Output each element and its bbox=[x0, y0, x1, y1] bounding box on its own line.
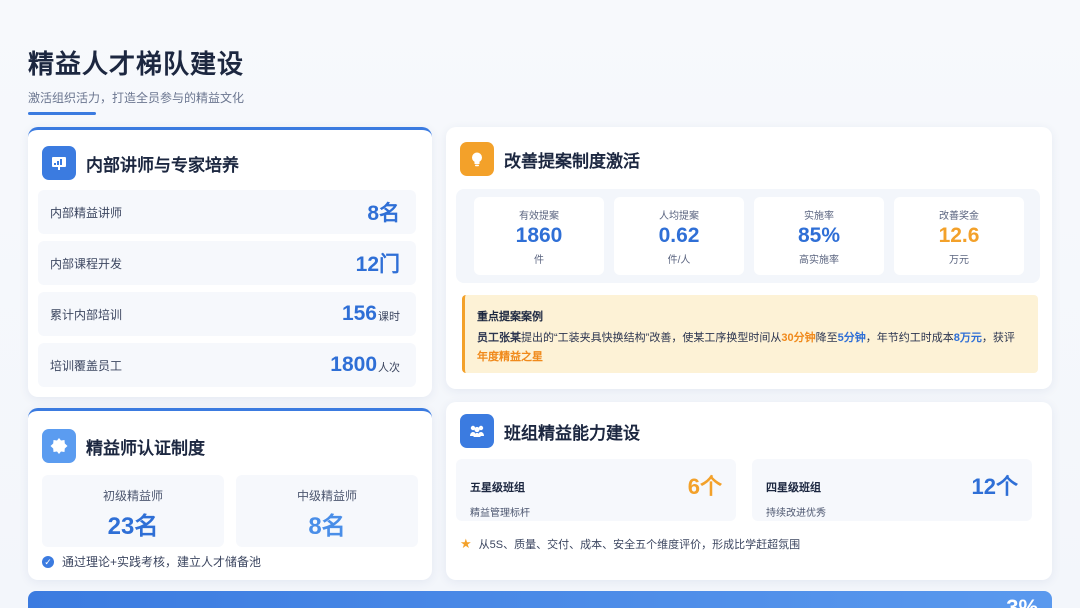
stat-row-coverage: 培训覆盖员工 1800 人次 bbox=[38, 343, 416, 387]
bottom-banner-value: 3% bbox=[1006, 595, 1038, 608]
metric-per-capita: 人均提案 0.62 件/人 bbox=[614, 197, 744, 275]
team-count: 12个 bbox=[971, 474, 1018, 499]
metric-label: 人均提案 bbox=[659, 211, 699, 222]
certification-card: 精益师认证制度 初级精益师 23名 中级精益师 8名 ✓ 通过理论+实践考核，建… bbox=[28, 408, 432, 580]
case-title: 重点提案案例 bbox=[477, 311, 543, 323]
team-name: 四星级班组 bbox=[766, 482, 821, 494]
stat-row-training-hours: 累计内部培训 156 课时 bbox=[38, 292, 416, 336]
case-before-value: 30分钟 bbox=[781, 332, 816, 344]
bottom-banner: 3% bbox=[28, 591, 1052, 608]
case-text-part: ，获评 bbox=[981, 332, 1015, 344]
case-after-value: 5分钟 bbox=[837, 332, 866, 344]
team-box-five-star: 五星级班组 精益管理标杆 6个 bbox=[456, 459, 736, 521]
page-subtitle: 激活组织活力，打造全员参与的精益文化 bbox=[28, 91, 245, 105]
stat-label: 培训覆盖员工 bbox=[50, 358, 123, 373]
page-title: 精益人才梯队建设 bbox=[28, 49, 245, 79]
team-group-icon bbox=[460, 414, 494, 448]
metric-unit: 件 bbox=[534, 255, 544, 266]
level-label: 初级精益师 bbox=[102, 489, 163, 503]
metric-value: 0.62 bbox=[658, 224, 700, 247]
trainers-card: 内部讲师与专家培养 内部精益讲师 8名 内部课程开发 12门 累计内部培训 15… bbox=[28, 127, 432, 397]
presentation-board-icon bbox=[42, 146, 76, 180]
level-label: 中级精益师 bbox=[296, 489, 357, 503]
certification-card-header: 精益师认证制度 bbox=[42, 429, 205, 463]
stat-row-trainers: 内部精益讲师 8名 bbox=[38, 190, 416, 234]
team-note: ★ 从5S、质量、交付、成本、安全五个维度评价，形成比学赶超氛围 bbox=[460, 536, 800, 552]
stat-value: 156 bbox=[341, 302, 377, 325]
level-box-intermediate: 中级精益师 8名 bbox=[236, 475, 418, 547]
level-value: 8名 bbox=[308, 513, 346, 540]
metric-unit: 高实施率 bbox=[799, 255, 839, 266]
certification-note: ✓ 通过理论+实践考核，建立人才储备池 bbox=[42, 553, 261, 570]
badge-seal-icon bbox=[42, 429, 76, 463]
team-card-title: 班组精益能力建设 bbox=[504, 423, 640, 443]
stat-value: 1800 bbox=[330, 353, 377, 376]
metric-implementation-rate: 实施率 85% 高实施率 bbox=[754, 197, 884, 275]
case-saving-value: 8万元 bbox=[953, 332, 982, 344]
team-desc: 持续改进优秀 bbox=[766, 508, 826, 519]
star-icon: ★ bbox=[460, 536, 472, 551]
level-box-junior: 初级精益师 23名 bbox=[42, 475, 224, 547]
stat-unit: 人次 bbox=[378, 362, 400, 374]
team-card: 班组精益能力建设 五星级班组 精益管理标杆 6个 四星级班组 持续改进优秀 12… bbox=[446, 402, 1052, 580]
stat-label: 内部精益讲师 bbox=[50, 205, 123, 220]
team-count: 6个 bbox=[687, 474, 722, 499]
metric-valid-proposals: 有效提案 1860 件 bbox=[474, 197, 604, 275]
metric-label: 改善奖金 bbox=[939, 211, 979, 222]
metric-value: 1860 bbox=[515, 224, 563, 247]
case-text: 员工张某提出的“工装夹具快换结构”改善，使某工序换型时间从30分钟降至5分钟，年… bbox=[477, 329, 1026, 367]
metric-unit: 万元 bbox=[949, 255, 969, 266]
case-text-part: 提出的“工装夹具快换结构”改善，使某工序换型时间从 bbox=[521, 332, 782, 344]
team-desc: 精益管理标杆 bbox=[470, 508, 530, 519]
trainers-card-header: 内部讲师与专家培养 bbox=[42, 146, 239, 180]
team-card-header: 班组精益能力建设 bbox=[460, 414, 640, 448]
case-box: 重点提案案例 员工张某提出的“工装夹具快换结构”改善，使某工序换型时间从30分钟… bbox=[462, 295, 1038, 373]
trainers-card-title: 内部讲师与专家培养 bbox=[86, 155, 239, 175]
stat-unit: 课时 bbox=[378, 311, 400, 323]
proposal-card-title: 改善提案制度激活 bbox=[504, 151, 640, 171]
stat-value: 12门 bbox=[355, 253, 400, 276]
metric-unit: 件/人 bbox=[667, 255, 691, 266]
proposal-card: 改善提案制度激活 有效提案 1860 件 人均提案 0.62 件/人 实施率 8… bbox=[446, 127, 1052, 389]
case-award: 年度精益之星 bbox=[477, 351, 543, 363]
stat-label: 累计内部培训 bbox=[50, 307, 123, 322]
metric-label: 实施率 bbox=[804, 211, 834, 222]
certification-note-text: 通过理论+实践考核，建立人才储备池 bbox=[62, 555, 262, 569]
stat-label: 内部课程开发 bbox=[50, 256, 123, 271]
level-value: 23名 bbox=[107, 513, 159, 540]
lightbulb-icon bbox=[460, 142, 494, 176]
case-text-part: ，年节约工时成本 bbox=[865, 332, 954, 344]
case-person: 员工张某 bbox=[477, 332, 521, 344]
team-note-text: 从5S、质量、交付、成本、安全五个维度评价，形成比学赶超氛围 bbox=[478, 539, 801, 551]
title-underline bbox=[28, 112, 96, 115]
certification-card-title: 精益师认证制度 bbox=[86, 438, 205, 458]
metric-value: 85% bbox=[797, 224, 841, 247]
metric-label: 有效提案 bbox=[519, 211, 559, 222]
metric-value: 12.6 bbox=[938, 224, 980, 247]
team-name: 五星级班组 bbox=[470, 482, 525, 494]
stat-row-courses: 内部课程开发 12门 bbox=[38, 241, 416, 285]
metric-bonus: 改善奖金 12.6 万元 bbox=[894, 197, 1024, 275]
stat-value: 8名 bbox=[367, 202, 400, 225]
proposal-card-header: 改善提案制度激活 bbox=[460, 142, 640, 176]
team-box-four-star: 四星级班组 持续改进优秀 12个 bbox=[752, 459, 1032, 521]
case-text-part: 降至 bbox=[815, 332, 838, 344]
check-circle-icon: ✓ bbox=[42, 555, 54, 568]
